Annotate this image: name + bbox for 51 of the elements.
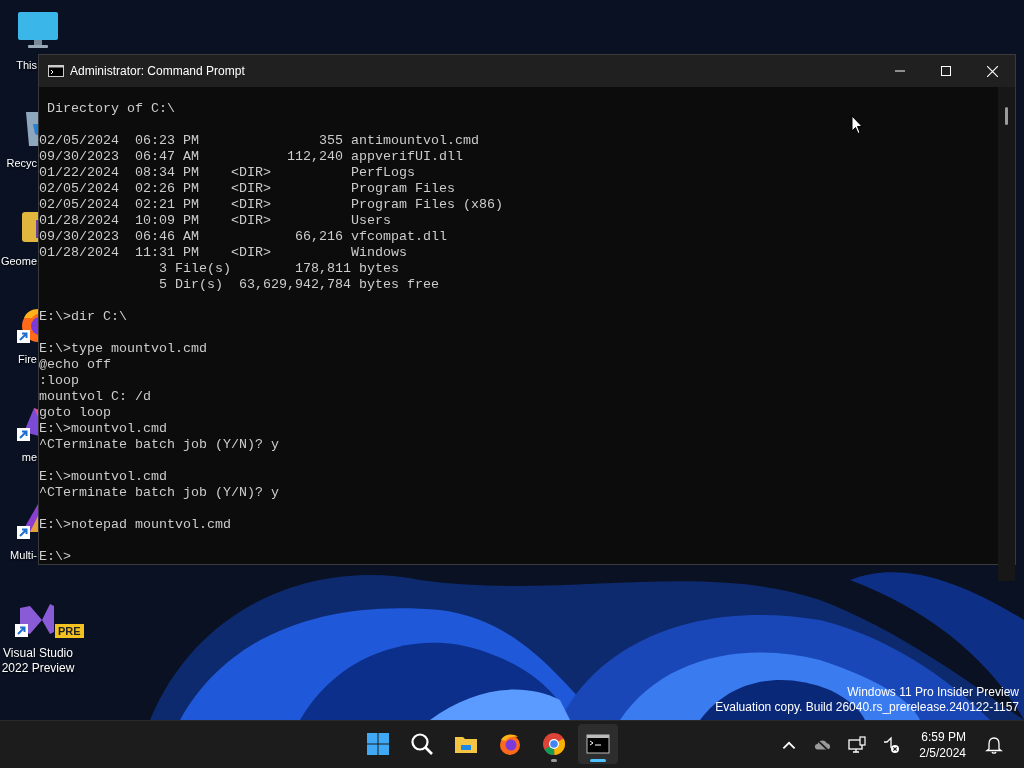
- console-line: @echo off: [39, 357, 111, 372]
- bell-icon[interactable]: [985, 735, 1003, 754]
- clock[interactable]: 6:59 PM 2/5/2024: [919, 728, 966, 761]
- console-line: E:\>dir C:\: [39, 309, 127, 324]
- console-line: :loop: [39, 373, 79, 388]
- icon-label[interactable]: Geome: [0, 254, 37, 269]
- console-line: 01/28/2024 10:09 PM <DIR> Users: [39, 213, 391, 228]
- console-line: E:\>: [39, 549, 71, 564]
- console-line: E:\>mountvol.cmd: [39, 421, 167, 436]
- taskbar-button[interactable]: [578, 724, 618, 764]
- start-icon: [366, 732, 390, 756]
- terminal-icon: [586, 732, 610, 756]
- maximize-icon: [941, 66, 951, 76]
- console-line: 02/05/2024 02:21 PM <DIR> Program Files (x86): [39, 197, 503, 212]
- icon-label[interactable]: This: [0, 58, 37, 73]
- console-line: 5 Dir(s) 63,629,942,784 bytes free: [157, 277, 439, 292]
- console-line: 3 File(s) 178,811 bytes: [157, 261, 399, 276]
- speaker-muted-icon[interactable]: [882, 735, 901, 754]
- browser-icon: [542, 732, 566, 756]
- console-line: goto loop: [39, 405, 111, 420]
- console-line: 02/05/2024 06:23 PM 355 antimountvol.cmd: [39, 133, 479, 148]
- console-line: 09/30/2023 06:47 AM 112,240 appverifUI.dll: [39, 149, 463, 164]
- icon-label[interactable]: Recyc: [0, 156, 37, 171]
- console-line: 02/05/2024 02:26 PM <DIR> Program Files: [39, 181, 455, 196]
- scrollbar[interactable]: [998, 87, 1015, 581]
- search-icon: [410, 732, 434, 756]
- mouse-pointer-icon: [851, 115, 863, 135]
- watermark-text: Windows 11 Pro Insider Preview: [847, 685, 1019, 700]
- icon-label[interactable]: Multi-: [0, 548, 37, 563]
- console-line: E:\>type mountvol.cmd: [39, 341, 207, 356]
- clock-time: 6:59 PM: [921, 728, 966, 745]
- window-title: Administrator: Command Prompt: [70, 64, 246, 78]
- clock-date: 2/5/2024: [919, 744, 966, 761]
- icon-label[interactable]: Fire: [0, 352, 37, 367]
- console-line: ^CTerminate batch job (Y/N)? y: [39, 485, 279, 500]
- console-line: ^CTerminate batch job (Y/N)? y: [39, 437, 279, 452]
- console-line: 01/22/2024 08:34 PM <DIR> PerfLogs: [39, 165, 415, 180]
- icon-label[interactable]: Visual Studio 2022 Preview: [1, 646, 75, 676]
- icon-label[interactable]: me: [0, 450, 37, 465]
- fox-browser-icon: [498, 732, 522, 756]
- console-line: E:\>mountvol.cmd: [39, 469, 167, 484]
- monitor-icon[interactable]: [16, 10, 60, 50]
- terminal-icon: [48, 65, 64, 77]
- console-line: mountvol C: /d: [39, 389, 151, 404]
- close-icon: [986, 65, 998, 77]
- console-line: 01/28/2024 11:31 PM <DIR> Windows: [39, 245, 407, 260]
- console-line: Directory of C:\: [46, 101, 175, 116]
- console-line: E:\>notepad mountvol.cmd: [39, 517, 231, 532]
- network-icon[interactable]: [848, 735, 867, 754]
- console-line: 09/30/2023 06:46 AM 66,216 vfcompat.dll: [39, 229, 447, 244]
- preview-badge: PRE: [55, 624, 84, 638]
